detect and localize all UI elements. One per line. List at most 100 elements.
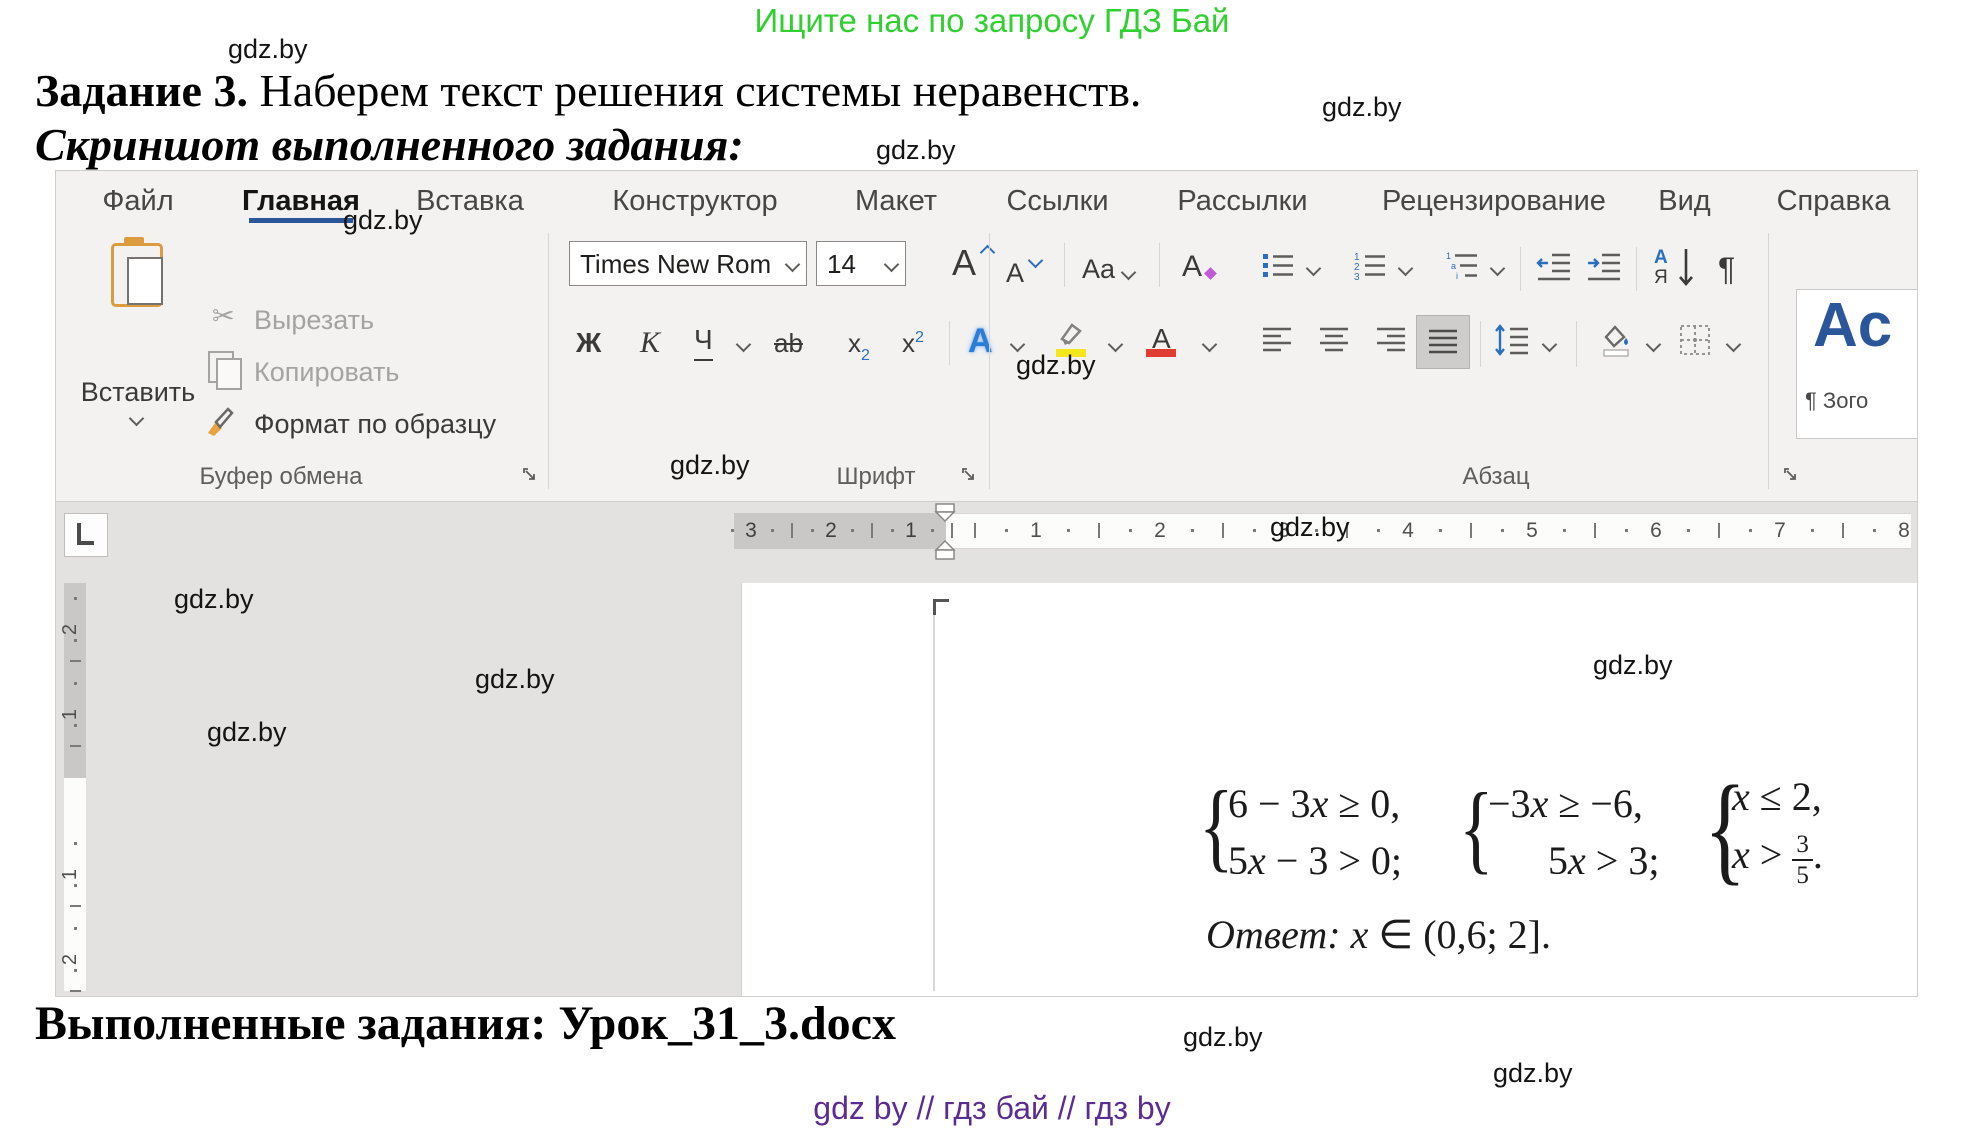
ruler-tick [1098, 523, 1100, 538]
ruler-tick [1067, 529, 1070, 532]
svg-text:i: i [1456, 271, 1458, 281]
ribbon-tab-конструктор[interactable]: Конструктор [597, 179, 793, 223]
task-heading-bold: Задание 3. [35, 65, 248, 116]
highlight-chevron-icon[interactable] [1108, 337, 1124, 353]
strikethrough-button[interactable]: ab [774, 321, 803, 365]
style-gallery-item[interactable]: Ac ¶ Зого [1796, 289, 1918, 439]
underline-chevron-icon[interactable] [736, 337, 752, 353]
gdz-watermark: gdz.by [228, 34, 308, 65]
font-group-label: Шрифт [756, 463, 996, 491]
italic-button[interactable]: К [640, 321, 660, 365]
underline-button[interactable]: Ч [694, 321, 713, 361]
decrease-indent-icon[interactable] [1536, 251, 1572, 281]
ribbon-tab-рецензирование[interactable]: Рецензирование [1382, 179, 1599, 223]
grow-font-button[interactable]: A [952, 241, 976, 285]
clipboard-dialog-launcher-icon[interactable] [522, 467, 538, 483]
v-ruler-tick [74, 682, 77, 685]
svg-text:1: 1 [1446, 251, 1451, 261]
gdz-watermark: gdz.by [1016, 350, 1096, 381]
ribbon-tab-справка[interactable]: Справка [1768, 179, 1899, 223]
ribbon-tab-вид[interactable]: Вид [1654, 179, 1715, 223]
ruler-tick [1687, 529, 1690, 532]
align-left-icon[interactable] [1261, 325, 1293, 355]
line-spacing-icon[interactable] [1494, 323, 1530, 357]
ruler-number: 2 [825, 519, 837, 543]
font-color-chevron-icon[interactable] [1202, 337, 1218, 353]
multilevel-list-icon[interactable]: 1ai [1445, 251, 1479, 281]
font-size-select[interactable]: 14 [816, 241, 906, 286]
ruler-tick [974, 523, 976, 538]
increase-indent-icon[interactable] [1586, 251, 1622, 281]
change-case-button[interactable]: Aa [1082, 247, 1134, 291]
ribbon-tab-вставка[interactable]: Вставка [412, 179, 528, 223]
shading-chevron-icon[interactable] [1646, 337, 1662, 353]
sort-button[interactable]: А Я [1654, 247, 1700, 291]
clipboard-group-label: Буфер обмена [151, 463, 411, 491]
v-ruler-tick [74, 884, 77, 887]
v-ruler-tick [74, 639, 77, 642]
cut-label: Вырезать [254, 305, 374, 336]
ruler-tick [1749, 529, 1752, 532]
bold-button[interactable]: Ж [576, 321, 601, 365]
ruler-tick [771, 529, 774, 532]
font-dialog-launcher-icon[interactable] [961, 467, 977, 483]
indent-markers-icon[interactable] [932, 503, 958, 561]
numbering-icon[interactable]: 123 [1353, 251, 1387, 281]
v-ruler-number: 1 [59, 869, 82, 880]
ruler-number: 4 [1402, 519, 1414, 543]
paste-label: Вставить [76, 377, 200, 408]
shrink-font-button[interactable]: A [1006, 251, 1024, 295]
screenshot-subheading: Скриншот выполненного задания: [35, 118, 744, 171]
gdz-watermark: gdz.by [475, 664, 555, 695]
line-spacing-chevron-icon[interactable] [1542, 337, 1558, 353]
active-tab-underline [249, 218, 354, 223]
pilcrow-button[interactable]: ¶ [1718, 247, 1735, 291]
math-line: 6 − 3x ≥ 0, [1228, 780, 1400, 827]
borders-chevron-icon[interactable] [1726, 337, 1742, 353]
footer-tags: gdz by // гдз бай // гдз by [0, 1090, 1984, 1127]
clear-formatting-eraser-icon [1204, 267, 1217, 280]
paste-chevron-icon[interactable] [129, 411, 145, 427]
ribbon-tab-ссылки[interactable]: Ссылки [997, 179, 1118, 223]
align-center-icon[interactable] [1318, 325, 1350, 355]
ruler-tick [1625, 529, 1628, 532]
task-heading: Задание 3. Наберем текст решения системы… [35, 64, 1141, 117]
bullets-chevron-icon[interactable] [1306, 261, 1322, 277]
paragraph-dialog-launcher-icon[interactable] [1783, 467, 1799, 483]
v-ruler-tick [70, 660, 81, 662]
gdz-watermark: gdz.by [1183, 1022, 1263, 1053]
ruler-number: 1 [1030, 519, 1042, 543]
shrink-caret-icon [1028, 253, 1044, 269]
ribbon-tab-рассылки[interactable]: Рассылки [1172, 179, 1313, 223]
ruler-tick [791, 523, 793, 538]
copy-label: Копировать [254, 357, 399, 388]
font-family-select[interactable]: Times New Rom [569, 241, 807, 286]
ruler-tick [1191, 529, 1194, 532]
ribbon-tab-файл[interactable]: Файл [96, 179, 180, 223]
bullets-icon[interactable] [1261, 251, 1295, 281]
numbering-chevron-icon[interactable] [1398, 261, 1414, 277]
multilevel-chevron-icon[interactable] [1490, 261, 1506, 277]
svg-text:3: 3 [1354, 272, 1360, 281]
ruler-number: 1 [905, 519, 917, 543]
grow-caret-icon [980, 245, 996, 261]
tab-stop-selector[interactable] [64, 513, 108, 557]
justify-button-selected[interactable] [1416, 315, 1470, 369]
v-ruler-number: 2 [59, 624, 82, 635]
v-ruler-tick [74, 724, 77, 727]
task-heading-rest: Наберем текст решения системы неравенств… [248, 65, 1141, 116]
scissors-icon: ✂ [212, 301, 235, 332]
ruler-tick [1377, 529, 1380, 532]
shading-bucket-icon[interactable] [1596, 321, 1632, 359]
paragraph-group-label: Абзац [1376, 463, 1616, 491]
ribbon-tab-макет[interactable]: Макет [852, 179, 940, 223]
math-line: x > 35. [1732, 831, 1823, 888]
borders-icon[interactable] [1678, 323, 1712, 357]
superscript-button[interactable]: x2 [902, 321, 924, 370]
v-ruler-tick [70, 990, 81, 992]
align-right-icon[interactable] [1375, 325, 1407, 355]
gdz-watermark: gdz.by [1322, 92, 1402, 123]
ruler-text-band[interactable] [946, 513, 1911, 549]
subscript-button[interactable]: x2 [848, 321, 870, 370]
clear-formatting-button[interactable]: A [1182, 245, 1202, 289]
